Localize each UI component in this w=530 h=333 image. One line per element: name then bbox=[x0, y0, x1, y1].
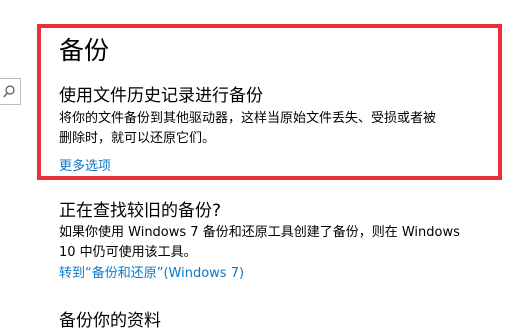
page-title: 备份 bbox=[59, 36, 110, 65]
file-history-description-line2: 删除时，就可以还原它们。 bbox=[59, 131, 216, 146]
older-backup-description-line2: 10 中仍可使用该工具。 bbox=[59, 245, 197, 260]
more-options-link[interactable]: 更多选项 bbox=[59, 158, 111, 176]
older-backup-heading: 正在查找较旧的备份? bbox=[59, 201, 222, 221]
goto-backup-restore-link[interactable]: 转到“备份和还原”(Windows 7) bbox=[59, 265, 244, 283]
search-box[interactable] bbox=[0, 78, 21, 105]
older-backup-description-line1: 如果你使用 Windows 7 备份和还原工具创建了备份，则在 Windows bbox=[59, 225, 460, 240]
backup-your-data-heading: 备份你的资料 bbox=[59, 311, 161, 331]
file-history-heading: 使用文件历史记录进行备份 bbox=[59, 86, 263, 106]
search-icon bbox=[3, 85, 15, 98]
file-history-description-line1: 将你的文件备份到其他驱动器，这样当原始文件丢失、受损或者被 bbox=[59, 111, 437, 126]
